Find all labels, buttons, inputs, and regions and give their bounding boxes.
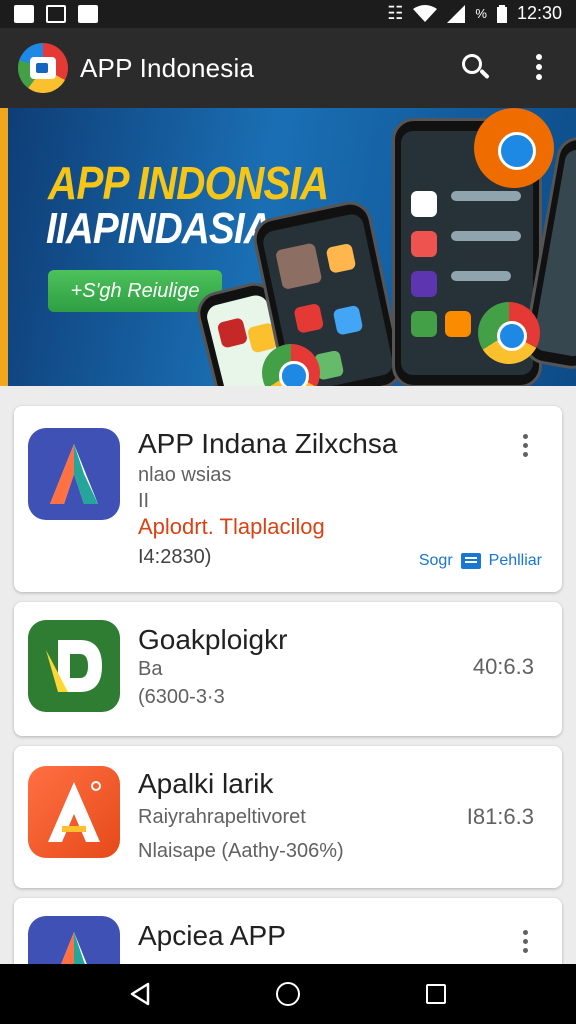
pehlliar-link[interactable]: Pehlliar: [489, 552, 542, 570]
app-subtitle: II: [138, 490, 150, 512]
app-card[interactable]: Goakploigkr Ba (6300-3·3 40:6.3: [14, 602, 562, 736]
banner-cta-button[interactable]: +S'gh Reiulige: [48, 270, 222, 312]
chrome-icon: [478, 302, 540, 364]
app-version: 40:6.3: [472, 654, 534, 679]
back-icon[interactable]: [128, 982, 152, 1006]
app-card[interactable]: Apalki larik Raiyrahrapeltivoret Nlaisap…: [14, 746, 562, 888]
app-bar: APP Indonesia: [0, 28, 576, 108]
battery-text: %: [475, 6, 487, 21]
app-title: Goakploigkr: [138, 624, 288, 655]
system-nav-bar: [0, 964, 576, 1024]
banner-headline: APP INDONSIA: [48, 157, 329, 209]
signal-icon: [447, 4, 466, 23]
app-title: APP Indana Zilxchsa: [138, 428, 398, 459]
more-vert-icon[interactable]: [523, 930, 528, 953]
vibrate-icon: ☷: [387, 3, 404, 23]
banner-subheadline: IIAPINDASIA: [46, 204, 272, 253]
chrome-icon: [474, 108, 554, 188]
app-title: APP Indonesia: [80, 53, 255, 83]
app-subtitle: (6300-3·3: [138, 686, 225, 708]
app-title: Apalki larik: [138, 768, 274, 799]
promo-banner[interactable]: APP INDONSIA IIAPINDASIA +S'gh Reiulige: [0, 108, 576, 386]
status-bar: ☷ % 12:30: [0, 0, 576, 28]
app-developer[interactable]: Aplodrt. Tlaplacilog: [138, 514, 325, 540]
image-icon: [78, 5, 98, 23]
list-icon[interactable]: [460, 553, 481, 569]
app-subtitle: Raiyrahrapeltivoret: [138, 806, 306, 828]
search-icon[interactable]: [460, 52, 492, 84]
status-time: 12:30: [516, 3, 562, 23]
sogr-link[interactable]: Sogr: [419, 552, 453, 570]
app-icon-a-orange: [28, 766, 120, 858]
app-card[interactable]: APP Indana Zilxchsa nlao wsias II Aplodr…: [14, 406, 562, 592]
app-meta: I4:2830): [138, 546, 212, 568]
check-square-icon: [46, 5, 66, 23]
app-version: I81:6.3: [466, 804, 534, 829]
card-actions: Sogr Pehlliar: [419, 552, 542, 570]
app-title: Apciea APP: [138, 920, 286, 951]
recents-icon[interactable]: [426, 984, 446, 1004]
battery-icon: [496, 4, 507, 23]
home-icon[interactable]: [276, 982, 300, 1006]
app-icon-d-green: [28, 620, 120, 712]
more-vert-icon[interactable]: [523, 434, 528, 457]
wifi-icon: [413, 4, 438, 22]
photo-icon: [14, 5, 34, 23]
more-vert-icon[interactable]: [536, 54, 542, 80]
app-subtitle: Nlaisape (Aathy-306%): [138, 840, 344, 862]
app-subtitle: Ba: [138, 658, 163, 680]
app-logo-icon[interactable]: [18, 43, 68, 93]
app-subtitle: nlao wsias: [138, 464, 232, 486]
app-icon-a-blue: [28, 428, 120, 520]
